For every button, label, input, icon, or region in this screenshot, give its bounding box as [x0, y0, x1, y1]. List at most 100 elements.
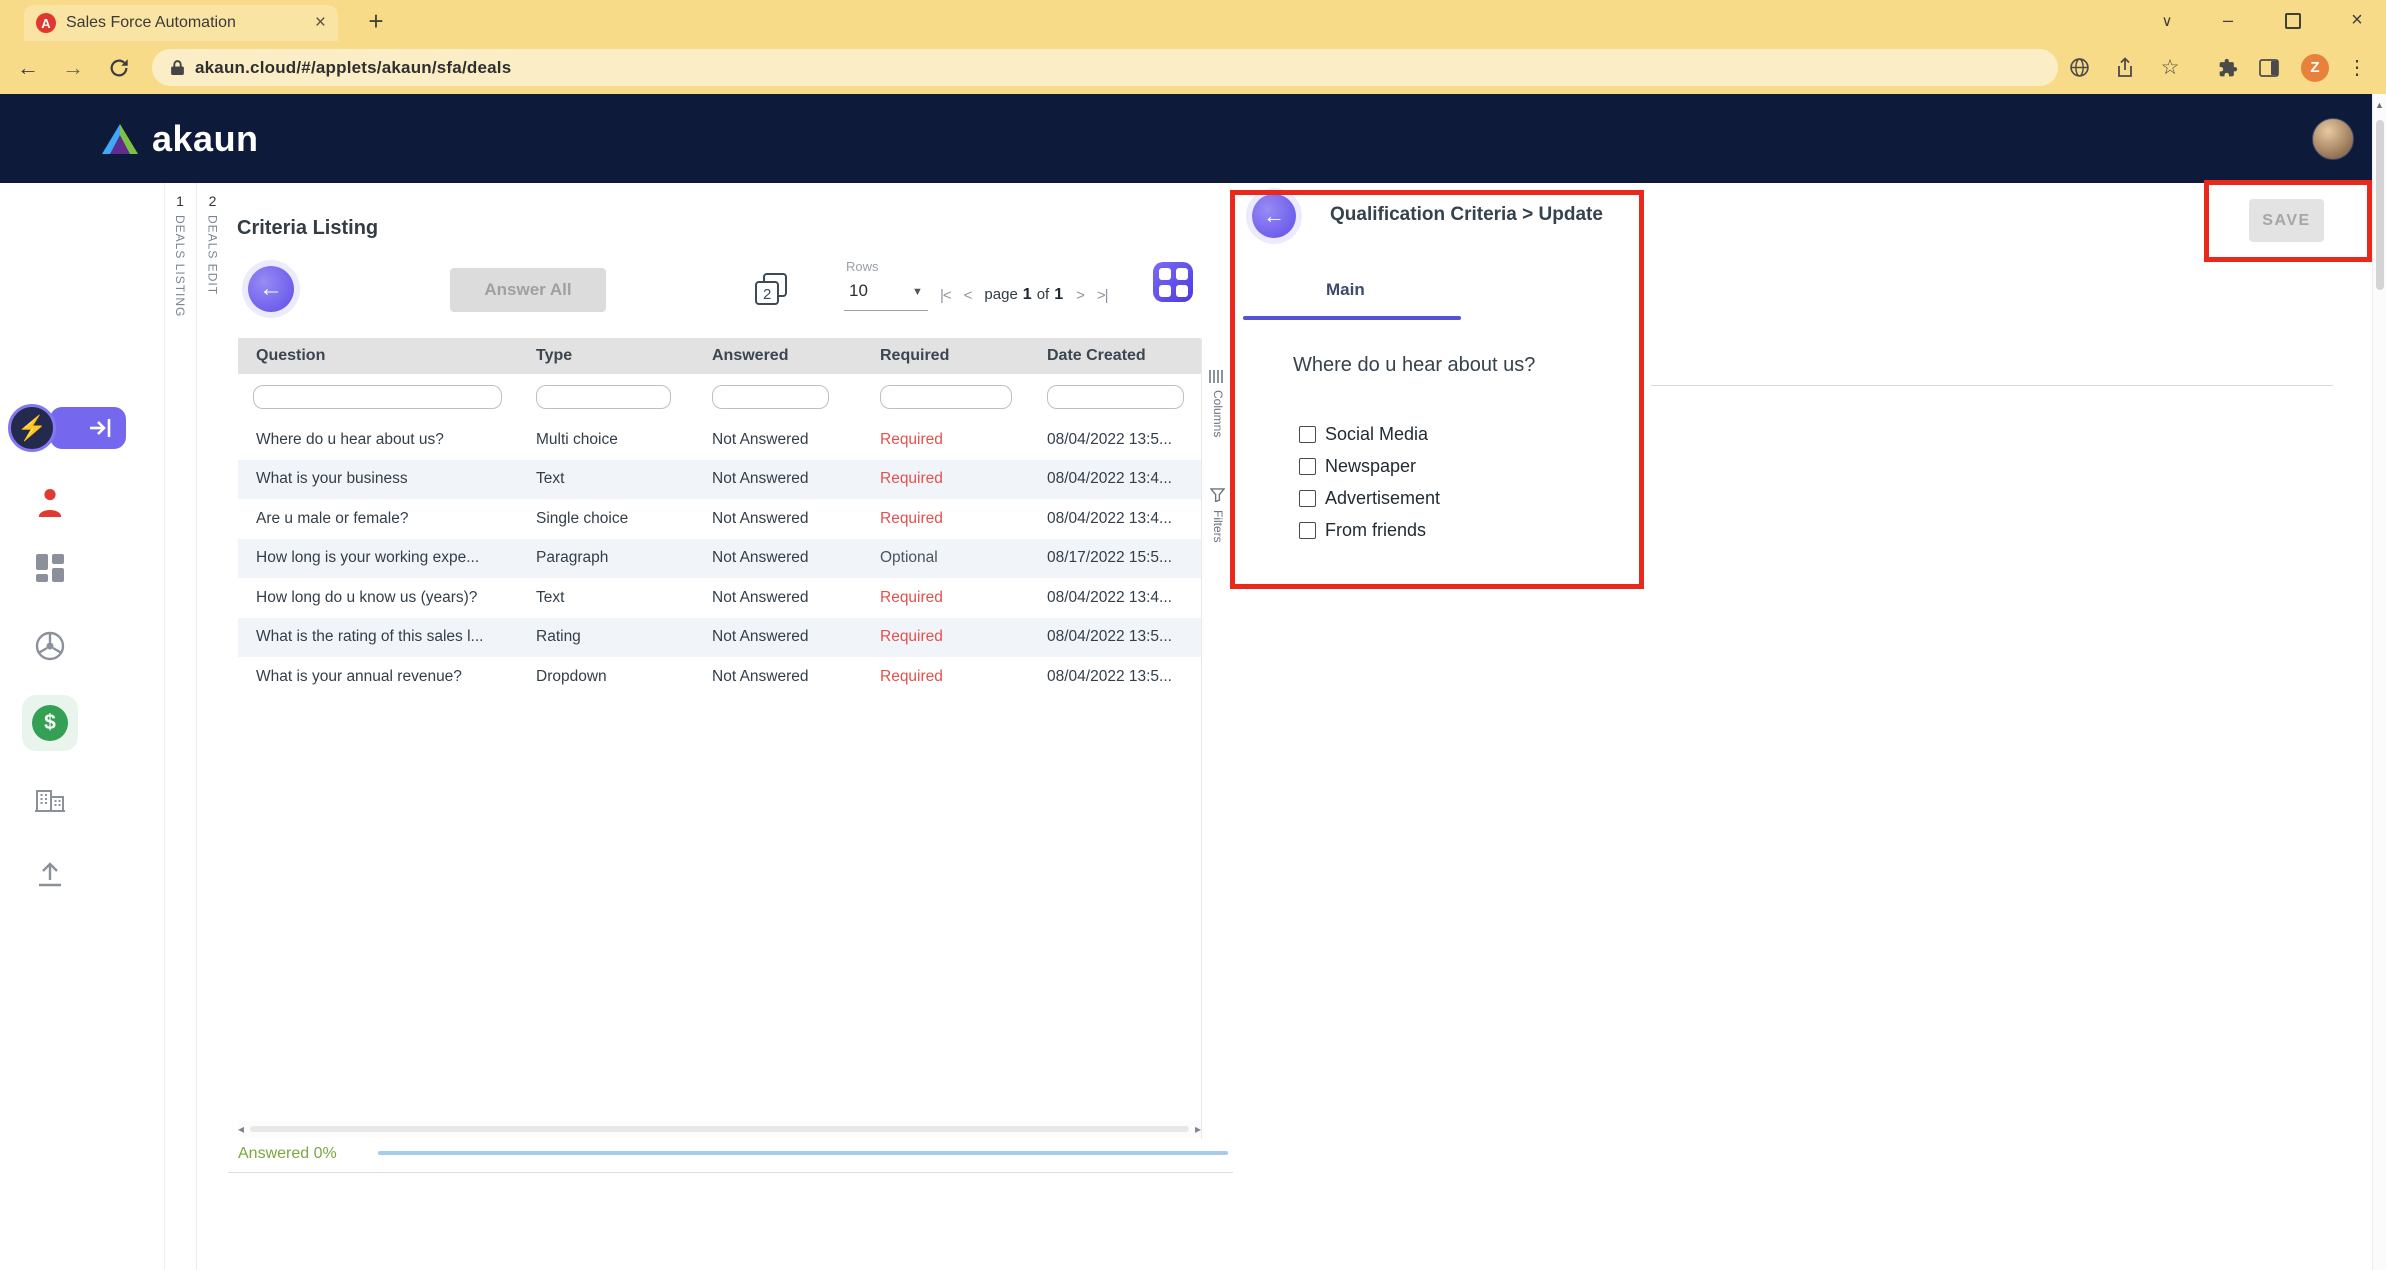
cell-answered: Not Answered [712, 539, 809, 579]
columns-control[interactable]: Columns [1211, 390, 1225, 437]
lightning-applet-icon[interactable]: ⚡ [8, 404, 56, 452]
filter-question-input[interactable] [253, 385, 502, 409]
tab-close-icon[interactable]: × [315, 12, 326, 34]
rows-underline [844, 310, 928, 311]
first-page-button[interactable]: |< [940, 287, 951, 304]
dashboard-applet-icon[interactable] [18, 536, 82, 600]
browser-forward-button[interactable]: → [58, 41, 88, 94]
option-row: Newspaper [1299, 450, 1440, 482]
copy-pages-icon[interactable]: 2 [753, 271, 789, 307]
criteria-back-button[interactable]: ← [248, 266, 294, 312]
logo-text: akaun [152, 118, 259, 160]
extensions-puzzle-icon[interactable] [2213, 41, 2243, 94]
cell-type: Multi choice [536, 420, 618, 460]
company-applet-icon[interactable] [18, 767, 82, 831]
filter-required-input[interactable] [880, 385, 1012, 409]
user-avatar[interactable] [2312, 118, 2354, 160]
browser-reload-button[interactable] [104, 41, 134, 94]
columns-grip-icon[interactable] [1209, 370, 1223, 383]
prev-page-button[interactable]: < [964, 287, 972, 304]
upload-applet-icon[interactable] [18, 843, 82, 907]
col-date-created[interactable]: Date Created [1047, 338, 1146, 374]
answer-all-button[interactable]: Answer All [450, 268, 606, 312]
tab-deals-listing[interactable]: 1 DEALS LISTING [164, 183, 196, 1270]
table-row[interactable]: Are u male or female? Single choice Not … [238, 499, 1201, 539]
menu-dots-icon[interactable]: ⋮ [2342, 41, 2372, 94]
panel-title: Criteria Listing [237, 217, 378, 240]
option-label: Advertisement [1325, 488, 1440, 509]
cell-required: Optional [880, 539, 938, 579]
cell-required: Required [880, 499, 943, 539]
login-pill-button[interactable] [50, 407, 126, 449]
cell-date: 08/04/2022 13:5... [1047, 420, 1172, 460]
url-bar[interactable]: akaun.cloud/#/applets/akaun/sfa/deals [152, 49, 2058, 86]
new-tab-button[interactable]: + [360, 5, 392, 37]
rows-per-page-select[interactable]: Rows 10 ▼ [844, 257, 930, 313]
bookmark-star-icon[interactable]: ☆ [2155, 41, 2185, 94]
checkbox-newspaper[interactable] [1299, 458, 1316, 475]
deal-tabs: 1 DEALS LISTING 2 DEALS EDIT [164, 183, 229, 1270]
tab-main[interactable]: Main [1326, 280, 1365, 300]
table-row[interactable]: How long do u know us (years)? Text Not … [238, 578, 1201, 618]
filters-control[interactable]: Filters [1211, 510, 1225, 543]
translate-icon[interactable] [2064, 41, 2094, 94]
browser-back-button[interactable]: ← [13, 41, 43, 94]
option-row: From friends [1299, 514, 1440, 546]
checkbox-from-friends[interactable] [1299, 522, 1316, 539]
filter-date-input[interactable] [1047, 385, 1184, 409]
total-pages: 1 [1054, 286, 1063, 304]
sales-applet-icon-active[interactable]: $ [22, 695, 78, 751]
scroll-up-icon[interactable]: ▲ [2373, 100, 2386, 110]
next-page-button[interactable]: > [1076, 287, 1084, 304]
profile-avatar[interactable]: Z [2300, 41, 2330, 94]
cell-date: 08/04/2022 13:4... [1047, 460, 1172, 500]
filter-answered-input[interactable] [712, 385, 829, 409]
save-button[interactable]: SAVE [2249, 199, 2324, 242]
browser-chevron-button[interactable]: ∨ [2152, 0, 2182, 41]
page-indicator: page 1 of 1 [984, 286, 1063, 304]
table-row[interactable]: How long is your working expe... Paragra… [238, 539, 1201, 579]
cell-type: Text [536, 578, 564, 618]
tab-number: 2 [197, 193, 228, 209]
checkbox-advertisement[interactable] [1299, 490, 1316, 507]
akaun-logo: akaun [100, 94, 259, 183]
last-page-button[interactable]: >| [1097, 287, 1108, 304]
col-required[interactable]: Required [880, 338, 949, 374]
detail-back-button[interactable]: ← [1252, 194, 1296, 238]
window-minimize-button[interactable]: – [2213, 0, 2243, 41]
table-row[interactable]: What is the rating of this sales l... Ra… [238, 618, 1201, 658]
share-icon[interactable] [2110, 41, 2140, 94]
red-applet-icon[interactable] [18, 471, 82, 535]
wheel-applet-icon[interactable] [18, 614, 82, 678]
window-maximize-button[interactable] [2278, 0, 2308, 41]
profile-letter: Z [2301, 54, 2329, 82]
page-scrollbar[interactable]: ▲ [2372, 94, 2386, 1270]
table-row[interactable]: Where do u hear about us? Multi choice N… [238, 420, 1201, 460]
browser-tab[interactable]: A Sales Force Automation × [24, 5, 338, 41]
window-close-button[interactable]: × [2342, 0, 2372, 41]
checkbox-social-media[interactable] [1299, 426, 1316, 443]
breadcrumb: Qualification Criteria > Update [1330, 204, 1603, 226]
table-row[interactable]: What is your business Text Not Answered … [238, 460, 1201, 500]
table-horizontal-scrollbar[interactable]: ◂ ▸ [238, 1121, 1201, 1137]
scroll-left-icon[interactable]: ◂ [238, 1122, 244, 1136]
filter-funnel-icon[interactable] [1210, 488, 1225, 507]
grid-view-button[interactable] [1153, 262, 1193, 302]
criteria-listing-panel: Criteria Listing ← Answer All 2 Rows 10 … [228, 183, 1234, 1270]
col-type[interactable]: Type [536, 338, 572, 374]
scrollbar-thumb[interactable] [250, 1126, 1189, 1132]
cell-question: What is your business [256, 460, 408, 500]
cell-answered: Not Answered [712, 657, 809, 697]
col-question[interactable]: Question [256, 338, 325, 374]
table-row[interactable]: What is your annual revenue? Dropdown No… [238, 657, 1201, 697]
cell-question: How long do u know us (years)? [256, 578, 477, 618]
side-panel-icon[interactable] [2254, 41, 2284, 94]
tab-deals-edit[interactable]: 2 DEALS EDIT [196, 183, 228, 1270]
page-number: 1 [1023, 286, 1032, 304]
table-filter-row [238, 380, 1201, 414]
caret-down-icon: ▼ [912, 286, 923, 298]
page-scrollbar-thumb[interactable] [2376, 120, 2384, 290]
col-answered[interactable]: Answered [712, 338, 788, 374]
cell-date: 08/04/2022 13:4... [1047, 499, 1172, 539]
filter-type-input[interactable] [536, 385, 671, 409]
